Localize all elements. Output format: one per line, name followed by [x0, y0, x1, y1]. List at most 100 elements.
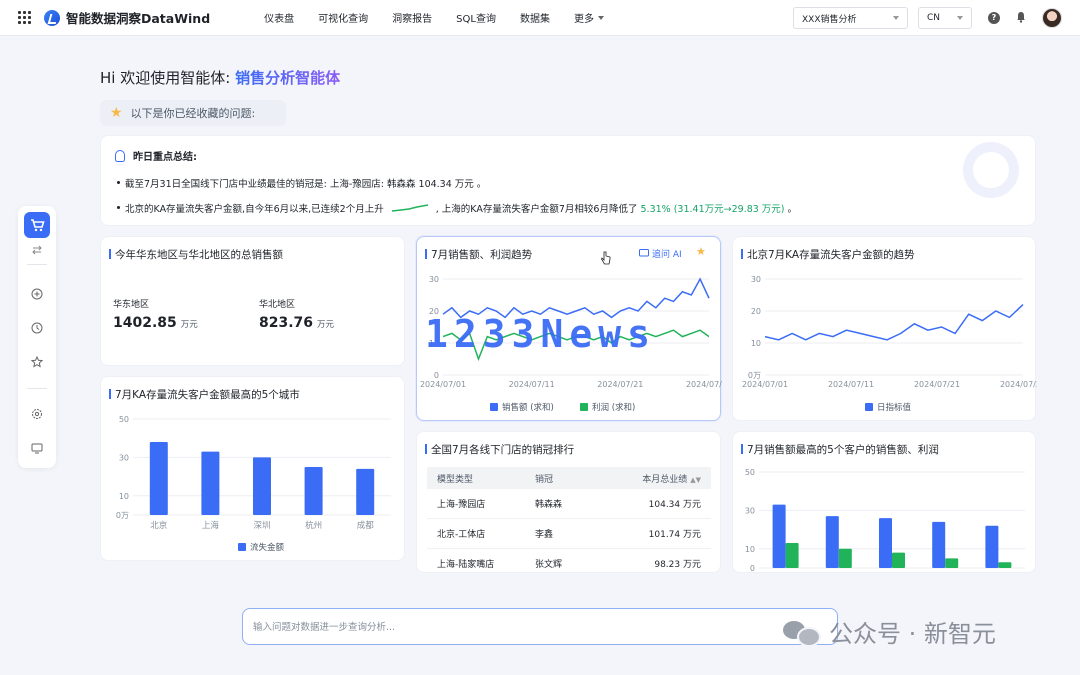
summary-line: 北京的KA存量流失客户金额,自今年6月以来,已连续2个月上升 , 上海的KA存量… — [116, 201, 798, 215]
y-tick-label: 30 — [429, 275, 439, 284]
table-row[interactable]: 上海-陆家嘴店 张文辉 98.23 万元 — [427, 549, 711, 572]
favorites-banner-label: 以下是你已经收藏的问题: — [130, 107, 256, 120]
summary-text: 北京的KA存量流失客户金额,自今年6月以来,已连续2个月上升 — [125, 204, 384, 215]
bar — [785, 543, 799, 568]
east-label: 华东地区 — [113, 300, 150, 310]
y-tick-label: 30 — [751, 275, 761, 284]
bar — [253, 457, 271, 515]
x-tick-label: 2024/07/11 — [509, 380, 555, 389]
column-header: 销冠 — [535, 474, 554, 485]
column-header-sortable[interactable]: 本月总业绩 ▲▼ — [617, 472, 711, 485]
x-tick-label: 杭州 — [305, 520, 322, 531]
sort-icon[interactable]: ▲▼ — [690, 476, 701, 484]
language-select[interactable]: CN — [918, 7, 972, 29]
cart-icon[interactable] — [24, 212, 50, 238]
nav-item-visual-query[interactable]: 可视化查询 — [306, 10, 380, 25]
dataset-select[interactable]: XXX销售分析 — [793, 7, 908, 29]
beijing-trend-chart: 0万 10 20 30 2024/07/01 2024/07/11 2024/07/21 20… — [742, 275, 1037, 413]
table-cell: 上海-豫园店 — [437, 500, 486, 510]
change-percent: 5.31% — [640, 204, 671, 215]
y-tick-label: 0 — [750, 564, 755, 573]
legend-label: 流失金额 — [250, 542, 285, 553]
beijing-trend-card[interactable]: 北京7月KA存量流失客户金额的趋势 0万 10 20 30 2024/07/01 2024… — [732, 236, 1037, 421]
y-tick-label: 10 — [751, 339, 761, 348]
legend-swatch — [238, 543, 246, 551]
bar — [149, 442, 168, 515]
summary-title: 昨日重点总结: — [133, 152, 197, 163]
rail-divider — [27, 264, 47, 265]
table-cell: 98.23 万元 — [654, 560, 701, 570]
summary-text: 。 — [787, 204, 798, 215]
nav-more-label: 更多 — [573, 14, 594, 25]
favorites-banner[interactable]: ★ 以下是你已经收藏的问题: — [100, 100, 286, 126]
decoration-icon — [963, 142, 1019, 198]
greeting: Hi 欢迎使用智能体: 销售分析智能体 — [100, 67, 340, 88]
switch-icon[interactable] — [31, 244, 43, 256]
nav-item-more[interactable]: 更多 — [562, 10, 616, 25]
bar — [772, 504, 786, 568]
y-tick-label: 30 — [119, 453, 129, 462]
north-label: 华北地区 — [259, 300, 296, 310]
table-row[interactable]: 上海-豫园店 韩森森 104.34 万元 — [427, 489, 711, 519]
avatar[interactable] — [1042, 8, 1062, 28]
y-tick-label: 30 — [745, 506, 755, 515]
table-cell: 李鑫 — [535, 530, 554, 540]
app-grid-icon[interactable] — [18, 10, 32, 25]
bar — [932, 521, 946, 568]
sparkline-icon — [391, 204, 428, 212]
legend-label: 销售额 (求和) — [502, 402, 554, 413]
help-icon[interactable]: ? — [988, 12, 1000, 24]
agent-name: 销售分析智能体 — [235, 69, 341, 87]
top-bar: 智能数据洞察DataWind 仪表盘 可视化查询 洞察报告 SQL查询 数据集 … — [0, 0, 1080, 36]
x-tick-label: 上海 — [202, 520, 220, 531]
table-row[interactable]: 北京-工体店 李鑫 101.74 万元 — [427, 519, 711, 549]
add-chat-icon[interactable] — [31, 288, 43, 300]
nav-item-sql-query[interactable]: SQL查询 — [444, 10, 508, 25]
top-customers-card[interactable]: 7月销售额最高的5个客户的销售额、利润 0 10 30 50 — [732, 431, 1036, 573]
chevron-down-icon — [893, 16, 899, 20]
bar — [892, 552, 905, 568]
watermark: 公众号 · 新智元 — [783, 614, 996, 649]
east-unit: 万元 — [180, 320, 198, 330]
bar — [304, 467, 323, 515]
screen-icon[interactable] — [31, 442, 43, 454]
bar — [998, 562, 1012, 568]
y-tick-label: 0万 — [116, 511, 129, 520]
top-cities-card[interactable]: 7月KA存量流失客户金额最高的5个城市 0万 10 30 50 北京 上海 深圳 杭州 成都 流失… — [100, 376, 405, 561]
store-ranking-card[interactable]: 全国7月各线下门店的销冠排行 模型类型 销冠 本月总业绩 ▲▼ 上海-豫园店 韩森森… — [416, 431, 721, 573]
table-cell: 104.34 万元 — [648, 500, 701, 510]
bell-icon[interactable] — [1015, 11, 1027, 23]
column-header: 模型类型 — [437, 474, 474, 485]
wechat-icon — [783, 617, 821, 647]
star-icon: ★ — [110, 105, 123, 121]
nav-item-insight-report[interactable]: 洞察报告 — [380, 10, 444, 25]
chevron-down-icon — [597, 15, 604, 20]
summary-line: 截至7月31日全国线下门店中业绩最佳的销冠是: 上海-豫园店: 韩森森 104.… — [116, 176, 486, 190]
region-total-card[interactable]: 今年华东地区与华北地区的总销售额 华东地区 1402.85 万元 华北地区 823… — [100, 236, 405, 366]
chevron-down-icon — [957, 16, 963, 20]
east-value: 1402.85 万元 — [113, 315, 198, 331]
legend-swatch — [580, 403, 588, 411]
nav-item-dataset[interactable]: 数据集 — [508, 10, 562, 25]
legend-swatch — [490, 403, 498, 411]
x-tick-label: 深圳 — [253, 520, 270, 531]
x-tick-label: 2024/07/21 — [597, 380, 643, 389]
series-line — [764, 304, 1024, 341]
x-tick-label: 2024/07/21 — [914, 380, 960, 389]
top-cities-chart: 0万 10 30 50 北京 上海 深圳 杭州 成都流失金额 — [116, 415, 391, 553]
y-tick-label: 0万 — [748, 371, 761, 380]
bulb-icon — [115, 149, 125, 162]
nav-item-dashboard[interactable]: 仪表盘 — [252, 10, 306, 25]
table-cell: 上海-陆家嘴店 — [437, 560, 495, 570]
star-icon[interactable] — [31, 356, 43, 368]
bar — [985, 525, 999, 568]
bar — [356, 468, 375, 515]
table-header: 模型类型 销冠 本月总业绩 ▲▼ — [427, 467, 711, 489]
legend-swatch — [865, 403, 873, 411]
language-select-value: CN — [927, 13, 941, 23]
summary-header: 昨日重点总结: — [115, 148, 197, 163]
history-icon[interactable] — [31, 322, 43, 334]
query-input[interactable]: 输入问题对数据进一步查询分析... — [242, 608, 838, 645]
settings-icon[interactable] — [31, 408, 43, 420]
north-value: 823.76 万元 — [259, 315, 334, 331]
